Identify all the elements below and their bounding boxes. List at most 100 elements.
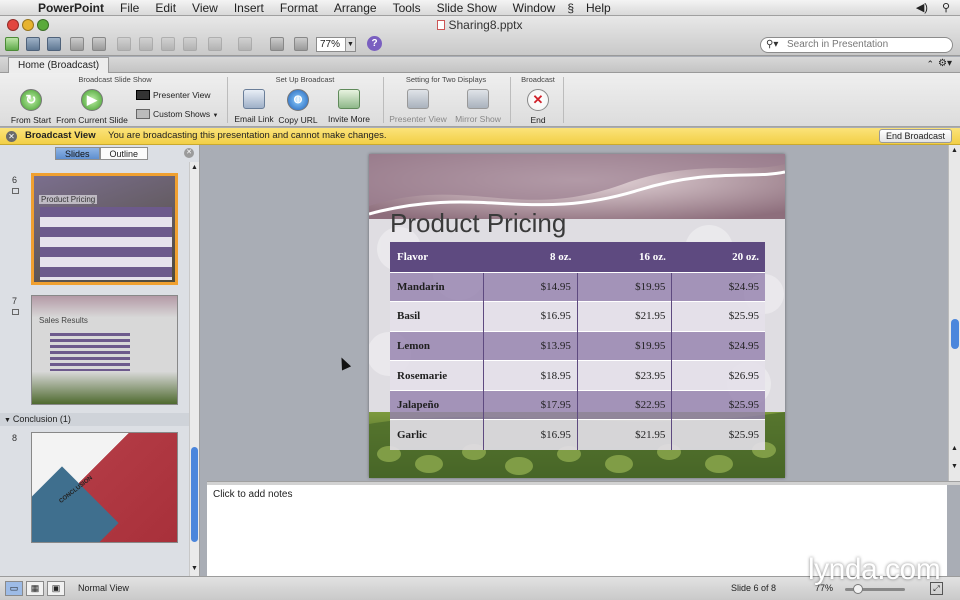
menu-format[interactable]: Format [272,0,326,16]
normal-view-button[interactable]: ▭ [5,581,23,596]
column-header: 8 oz. [550,250,572,263]
slide-thumbnail-6[interactable]: Product Pricing [31,173,178,285]
volume-icon[interactable]: ◀) [916,1,928,14]
close-icon[interactable]: ✕ [6,131,17,142]
menu-insert[interactable]: Insert [226,0,272,16]
collapse-ribbon-icon[interactable]: ⌃ [926,59,934,70]
templates-icon[interactable] [26,37,40,51]
pricing-table[interactable]: Flavor 8 oz. 16 oz. 20 oz. Mandarin $14.9… [390,242,765,450]
scroll-down-icon[interactable]: ▼ [191,565,198,572]
save-icon[interactable] [70,37,84,51]
slide-sorter-button[interactable]: ▦ [26,581,44,596]
section-header-conclusion[interactable]: ▼ Conclusion (1) [0,413,190,426]
ribbon-options-icon[interactable]: ⚙▾ [938,58,952,69]
from-current-slide-button[interactable]: ▶ From Current Slide [56,89,128,125]
redo-icon[interactable] [238,37,252,51]
price-cell: $25.95 [671,419,765,450]
broadcast-message: You are broadcasting this presentation a… [108,130,387,141]
copy-icon[interactable] [139,37,153,51]
group-divider [383,77,384,123]
menu-view[interactable]: View [184,0,226,16]
presenter-view-button[interactable]: Presenter View [136,90,216,100]
from-start-button[interactable]: ↻ From Start [8,89,54,125]
thumb-title: Sales Results [39,316,88,325]
two-displays-presenter-view-button[interactable]: Presenter View [389,89,447,124]
thumb-chart [50,333,130,371]
close-pane-icon[interactable]: ✕ [184,148,194,158]
slide-thumbnail-8[interactable]: CONCLUSION [31,432,178,543]
invite-more-label: Invite More [327,114,371,124]
end-label: End [530,115,546,125]
end-broadcast-button[interactable]: End Broadcast [878,129,952,143]
slide-title[interactable]: Product Pricing [390,208,566,239]
end-x-icon: ✕ [527,89,549,111]
main-vertical-scrollbar[interactable]: ▲ ▲ ▼ [948,145,960,481]
search-input[interactable]: ⚲▾ Search in Presentation [760,37,953,53]
custom-shows-button[interactable]: Custom Shows ▼ [136,109,221,119]
invite-more-button[interactable]: Invite More [326,89,372,124]
chevron-down-icon: ▼ [212,113,219,119]
group-divider [563,77,564,123]
scroll-up-icon[interactable]: ▲ [191,164,198,171]
menu-tools[interactable]: Tools [385,0,429,16]
price-cell: $13.95 [482,330,578,361]
zoom-select[interactable]: 77% ▼ [316,37,356,52]
cut-icon[interactable] [117,37,131,51]
play-from-start-icon: ↻ [20,89,42,111]
current-slide[interactable]: Product Pricing Flavor 8 oz. 16 oz. 20 o… [369,154,785,478]
main-scroll-thumb[interactable] [951,319,959,349]
menu-arrange[interactable]: Arrange [326,0,385,16]
column-header: 20 oz. [732,250,759,263]
mirror-show-button[interactable]: Mirror Show [452,89,504,124]
view-name: Normal View [78,583,129,593]
from-current-slide-label: From Current Slide [56,115,128,125]
format-painter-icon[interactable] [183,37,197,51]
table-header-row: Flavor 8 oz. 16 oz. 20 oz. [390,242,765,272]
presenter-view-label: Presenter View [153,90,211,100]
price-cell: $23.95 [576,360,672,391]
end-broadcast-button[interactable]: ✕ End [522,89,554,125]
group-title-broadcast: Broadcast [521,75,555,84]
script-menu-icon[interactable]: § [563,0,578,16]
window-titlebar: Sharing8.pptx 77% ▼ ? ⚲▾ Search in Presen… [0,16,960,56]
menu-file[interactable]: File [112,0,147,16]
next-slide-icon[interactable]: ▼ [951,463,958,470]
open-icon[interactable] [47,37,61,51]
pane-scrollbar[interactable]: ▲ ▼ [189,162,199,576]
menu-slide-show[interactable]: Slide Show [429,0,505,16]
tab-outline[interactable]: Outline [99,147,149,160]
print-icon[interactable] [92,37,106,51]
tab-slides[interactable]: Slides [55,147,100,160]
pane-scroll-thumb[interactable] [191,447,198,542]
help-icon[interactable]: ? [367,36,382,51]
menu-edit[interactable]: Edit [147,0,184,16]
previous-slide-icon[interactable]: ▲ [951,445,958,452]
slide-show-view-button[interactable]: ▣ [47,581,65,596]
email-link-button[interactable]: Email Link [234,89,274,124]
presenter-display-icon [407,89,429,109]
menu-app-name[interactable]: PowerPoint [30,0,112,16]
spotlight-icon[interactable]: ⚲ [942,1,950,14]
copy-url-button[interactable]: ◍ Copy URL [278,89,318,125]
undo-icon[interactable] [208,37,222,51]
chevron-down-icon: ▼ [345,38,355,51]
price-cell: $26.95 [671,360,765,391]
thumb-blue-shape [32,466,119,542]
insert-slide-icon[interactable] [270,37,284,51]
menu-window[interactable]: Window [505,0,564,16]
price-cell: $19.95 [576,330,672,361]
group-title-broadcast-slide-show: Broadcast Slide Show [78,75,152,84]
mirror-show-label: Mirror Show [455,114,501,124]
paste-icon[interactable] [161,37,175,51]
scroll-up-icon[interactable]: ▲ [951,147,958,154]
price-cell: $21.95 [576,301,672,332]
menu-help[interactable]: Help [578,0,619,16]
tab-home-broadcast[interactable]: Home (Broadcast) [8,57,110,73]
media-icon[interactable] [294,37,308,51]
slide-thumbnail-7[interactable]: Sales Results [31,295,178,405]
link-icon [12,309,19,315]
custom-shows-icon [136,109,150,119]
new-icon[interactable] [5,37,19,51]
group-title-set-up-broadcast: Set Up Broadcast [275,75,335,84]
column-header: Flavor [397,250,429,263]
